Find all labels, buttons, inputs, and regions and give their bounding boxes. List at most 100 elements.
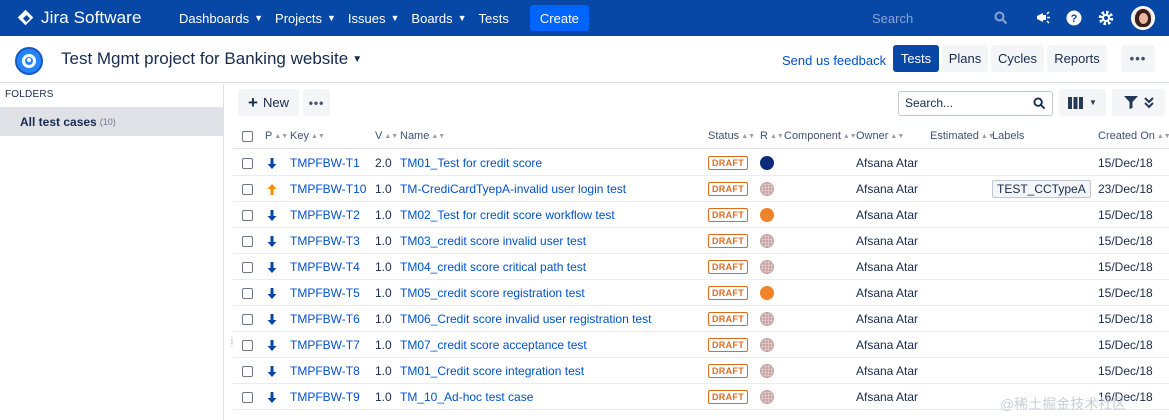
test-name-link[interactable]: TM01_Test for credit score bbox=[400, 150, 542, 176]
test-name-link[interactable]: TM02_Test for credit score workflow test bbox=[400, 202, 615, 228]
table-row[interactable]: TMPFBW-T7 1.0 TM07_credit score acceptance… bbox=[233, 332, 1169, 358]
result-status-icon[interactable] bbox=[760, 286, 774, 300]
column-header-estimated[interactable]: Estimated ▲▼ bbox=[930, 126, 995, 146]
test-name-link[interactable]: TM01_Credit score integration test bbox=[400, 358, 584, 384]
nav-boards[interactable]: Boards ▼ bbox=[411, 11, 466, 26]
result-status-icon[interactable] bbox=[760, 390, 774, 404]
column-header-priority[interactable]: P ▲▼ bbox=[265, 126, 288, 146]
test-name-link[interactable]: TM07_credit score acceptance test bbox=[400, 332, 587, 358]
label-chip[interactable]: TEST_CCTypeA bbox=[992, 180, 1091, 198]
select-all-checkbox[interactable] bbox=[242, 126, 253, 146]
row-select[interactable] bbox=[242, 150, 253, 176]
search-icon[interactable] bbox=[1033, 97, 1046, 110]
test-key-link[interactable]: TMPFBW-T6 bbox=[290, 306, 360, 332]
test-name-link[interactable]: TM06_Credit score invalid user registrat… bbox=[400, 306, 651, 332]
test-key-link[interactable]: TMPFBW-T4 bbox=[290, 254, 360, 280]
row-select[interactable] bbox=[242, 254, 253, 280]
result-status-icon[interactable] bbox=[760, 182, 774, 196]
nav-tests[interactable]: Tests bbox=[479, 11, 509, 26]
global-search-input[interactable]: Search bbox=[860, 6, 1018, 30]
result-status-icon[interactable] bbox=[760, 312, 774, 326]
test-key-link[interactable]: TMPFBW-T10 bbox=[290, 176, 366, 202]
test-name-link[interactable]: TM04_credit score critical path test bbox=[400, 254, 586, 280]
checkbox[interactable] bbox=[242, 130, 253, 142]
test-key-link[interactable]: TMPFBW-T8 bbox=[290, 358, 360, 384]
table-row[interactable]: TMPFBW-T4 1.0 TM04_credit score critical p… bbox=[233, 254, 1169, 280]
checkbox[interactable] bbox=[242, 183, 253, 195]
table-row[interactable]: TMPFBW-T2 1.0 TM02_Test for credit score w… bbox=[233, 202, 1169, 228]
row-select[interactable] bbox=[242, 280, 253, 306]
create-button[interactable]: Create bbox=[529, 5, 589, 31]
new-test-button[interactable]: + New bbox=[238, 89, 299, 116]
gear-icon[interactable] bbox=[1097, 9, 1115, 27]
toolbar-more-button[interactable]: ••• bbox=[303, 89, 330, 116]
test-search-input[interactable] bbox=[905, 92, 1030, 114]
test-key-link[interactable]: TMPFBW-T5 bbox=[290, 280, 360, 306]
column-header-component[interactable]: Component ▲▼ bbox=[784, 126, 857, 146]
send-feedback-link[interactable]: Send us feedback bbox=[782, 53, 886, 68]
tab-cycles[interactable]: Cycles bbox=[991, 45, 1044, 72]
result-status-icon[interactable] bbox=[760, 260, 774, 274]
checkbox[interactable] bbox=[242, 391, 253, 403]
project-title[interactable]: Test Mgmt project for Banking website ▼ bbox=[61, 49, 362, 69]
table-row[interactable]: TMPFBW-T8 1.0 TM01_Credit score integratio… bbox=[233, 358, 1169, 384]
row-select[interactable] bbox=[242, 384, 253, 410]
result-status-icon[interactable] bbox=[760, 338, 774, 352]
table-row[interactable]: TMPFBW-T1 2.0 TM01_Test for credit score DR… bbox=[233, 150, 1169, 176]
help-icon[interactable]: ? bbox=[1065, 9, 1083, 27]
result-status-icon[interactable] bbox=[760, 208, 774, 222]
checkbox[interactable] bbox=[242, 209, 253, 221]
nav-dashboards[interactable]: Dashboards ▼ bbox=[179, 11, 263, 26]
table-row[interactable]: TMPFBW-T3 1.0 TM03_credit score invalid us… bbox=[233, 228, 1169, 254]
row-select[interactable] bbox=[242, 306, 253, 332]
test-name-link[interactable]: TM_10_Ad-hoc test case bbox=[400, 384, 533, 410]
row-select[interactable] bbox=[242, 228, 253, 254]
result-status-icon[interactable] bbox=[760, 156, 774, 170]
project-more-button[interactable]: ••• bbox=[1121, 45, 1155, 72]
test-key-link[interactable]: TMPFBW-T9 bbox=[290, 384, 360, 410]
checkbox[interactable] bbox=[242, 261, 253, 273]
row-select[interactable] bbox=[242, 176, 253, 202]
result-status-icon[interactable] bbox=[760, 364, 774, 378]
table-row[interactable]: TMPFBW-T10 1.0 TM-CrediCardTyepA-invalid u… bbox=[233, 176, 1169, 202]
column-header-owner[interactable]: Owner ▲▼ bbox=[856, 126, 904, 146]
checkbox[interactable] bbox=[242, 313, 253, 325]
result-status-icon[interactable] bbox=[760, 234, 774, 248]
row-select[interactable] bbox=[242, 332, 253, 358]
test-name-link[interactable]: TM-CrediCardTyepA-invalid user login tes… bbox=[400, 176, 626, 202]
test-name-link[interactable]: TM05_credit score registration test bbox=[400, 280, 585, 306]
checkbox[interactable] bbox=[242, 339, 253, 351]
test-key-link[interactable]: TMPFBW-T2 bbox=[290, 202, 360, 228]
checkbox[interactable] bbox=[242, 235, 253, 247]
row-select[interactable] bbox=[242, 202, 253, 228]
tab-tests[interactable]: Tests bbox=[893, 45, 939, 72]
nav-projects[interactable]: Projects ▼ bbox=[275, 11, 336, 26]
column-header-status[interactable]: Status ▲▼ bbox=[708, 126, 755, 146]
checkbox[interactable] bbox=[242, 157, 253, 169]
test-name-link[interactable]: TM03_credit score invalid user test bbox=[400, 228, 586, 254]
columns-button[interactable]: ▼ bbox=[1059, 89, 1106, 116]
user-avatar[interactable] bbox=[1131, 6, 1155, 30]
column-header-created-on[interactable]: Created On ▲▼ bbox=[1098, 126, 1169, 146]
filter-button[interactable] bbox=[1112, 89, 1165, 116]
project-avatar[interactable] bbox=[15, 47, 43, 75]
tab-plans[interactable]: Plans bbox=[942, 45, 988, 72]
column-header-name[interactable]: Name ▲▼ bbox=[400, 126, 445, 146]
test-key-link[interactable]: TMPFBW-T1 bbox=[290, 150, 360, 176]
table-row[interactable]: TMPFBW-T5 1.0 TM05_credit score registrati… bbox=[233, 280, 1169, 306]
checkbox[interactable] bbox=[242, 365, 253, 377]
folder-all-test-cases[interactable]: All test cases (10) bbox=[0, 107, 224, 136]
jira-logo[interactable]: Jira Software bbox=[16, 8, 166, 28]
sidebar-resize-handle[interactable]: ⋮ ⋮ bbox=[228, 336, 236, 352]
nav-issues[interactable]: Issues ▼ bbox=[348, 11, 400, 26]
megaphone-icon[interactable] bbox=[1034, 9, 1052, 27]
test-key-link[interactable]: TMPFBW-T3 bbox=[290, 228, 360, 254]
tab-reports[interactable]: Reports bbox=[1047, 45, 1107, 72]
checkbox[interactable] bbox=[242, 287, 253, 299]
column-header-version[interactable]: V ▲▼ bbox=[375, 126, 398, 146]
test-key-link[interactable]: TMPFBW-T7 bbox=[290, 332, 360, 358]
table-row[interactable]: TMPFBW-T6 1.0 TM06_Credit score invalid us… bbox=[233, 306, 1169, 332]
row-select[interactable] bbox=[242, 358, 253, 384]
column-header-labels[interactable]: Labels bbox=[992, 126, 1024, 146]
column-header-result[interactable]: R ▲▼ bbox=[760, 126, 784, 146]
